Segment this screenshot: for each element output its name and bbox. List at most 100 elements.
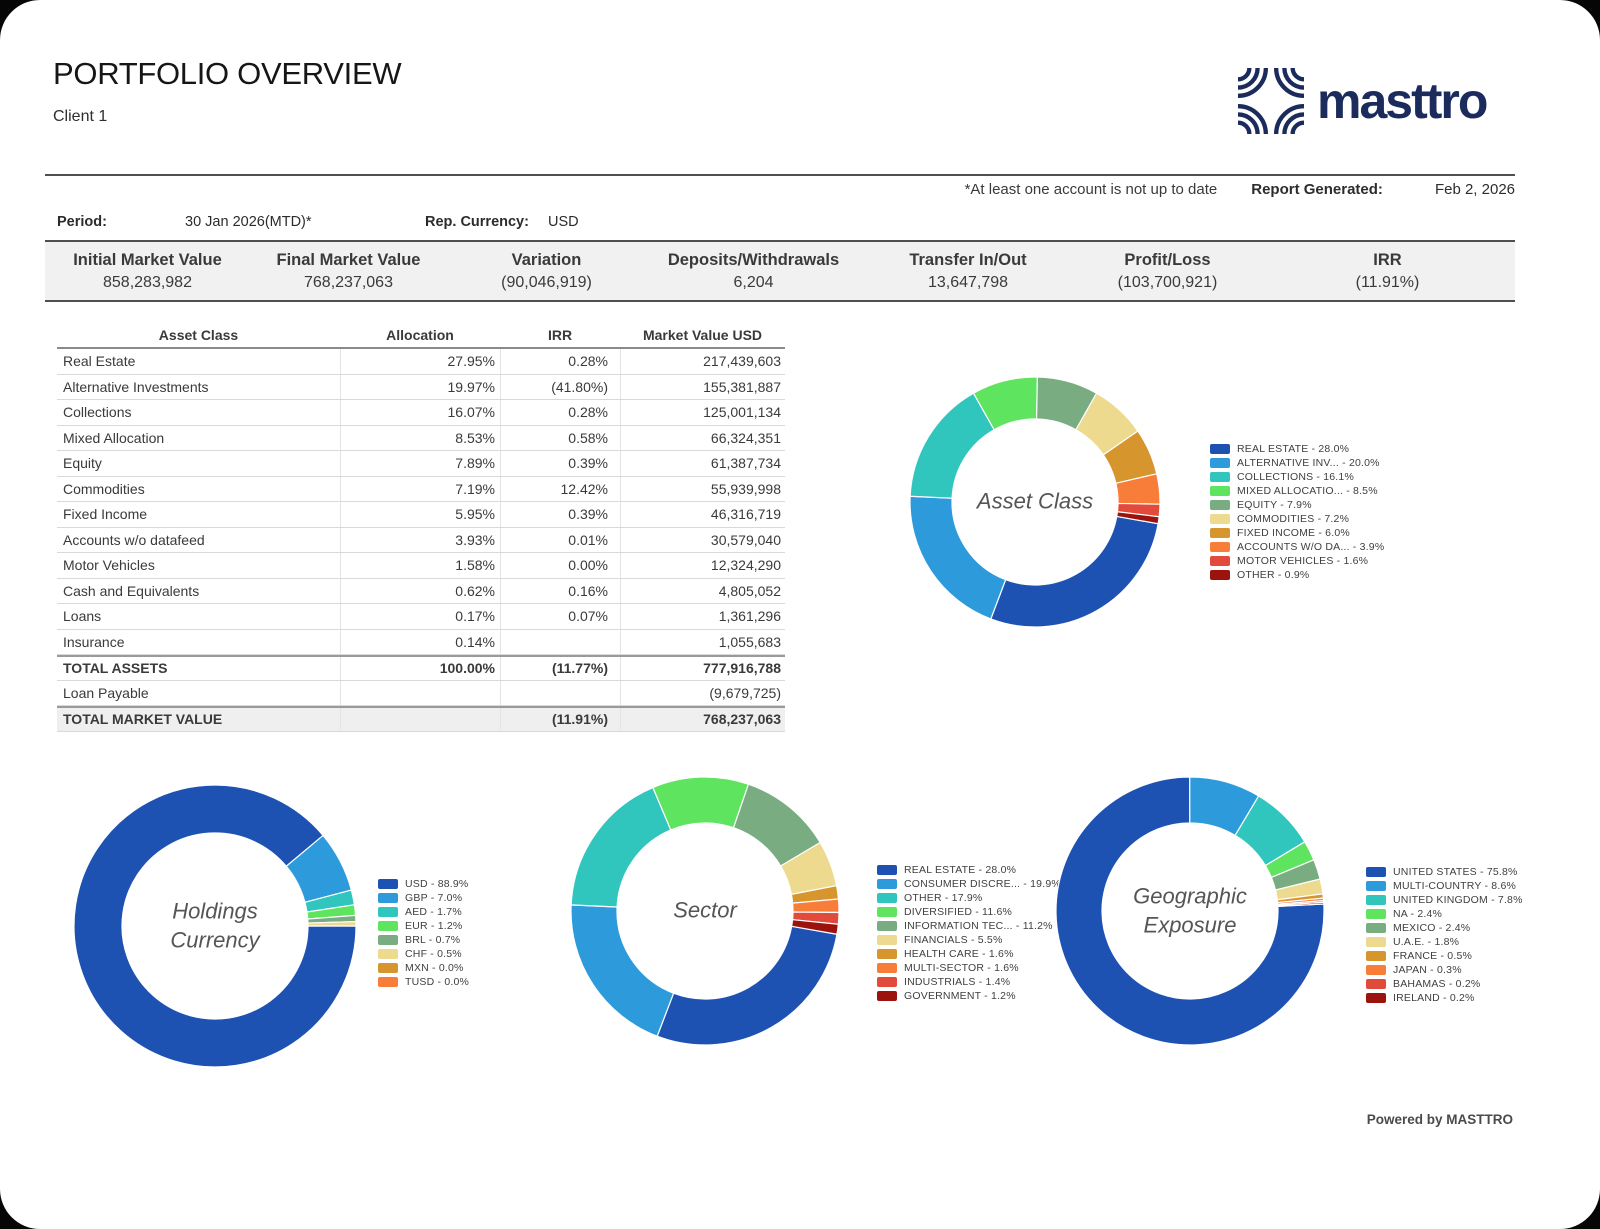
asset-table-header-cell: Market Value USD	[642, 326, 763, 343]
legend-swatch	[877, 963, 897, 973]
cell-asset-class: Alternative Investments	[63, 378, 209, 395]
page-title: PORTFOLIO OVERVIEW	[53, 56, 402, 91]
legend-item: FIXED INCOME - 6.0%	[1210, 526, 1384, 540]
asset-table-header-row: Asset Class Allocation IRR Market Value USD	[57, 322, 785, 349]
geographic-exposure-donut-chart: Geographic Exposure	[1055, 776, 1325, 1046]
cell-asset-class: Loans	[63, 608, 102, 625]
cell-market-value: 66,324,351	[620, 425, 785, 450]
summary-column-value: 6,204	[733, 274, 774, 291]
summary-band: Initial Market Value 858,283,982 Final Mar…	[45, 240, 1515, 302]
donut-slice	[990, 515, 1159, 628]
summary-column-value: 768,237,063	[304, 274, 393, 291]
table-row: Collections 16.07% 0.28% 125,001,134	[57, 400, 785, 426]
legend-item: MXN - 0.0%	[378, 961, 469, 975]
legend-label: FRANCE - 0.5%	[1393, 950, 1473, 962]
legend-swatch	[1366, 979, 1386, 989]
legend-label: ACCOUNTS W/O DA... - 3.9%	[1237, 541, 1385, 553]
legend-label: IRELAND - 0.2%	[1393, 992, 1475, 1004]
table-row: Fixed Income 5.95% 0.39% 46,316,719	[57, 502, 785, 528]
brand-wordmark: masttro	[1317, 73, 1488, 129]
legend-label: OTHER - 0.9%	[1237, 569, 1310, 581]
cell-market-value: 30,579,040	[620, 527, 785, 552]
cell-asset-class: TOTAL ASSETS	[63, 660, 168, 677]
legend-swatch	[1210, 486, 1230, 496]
legend-swatch	[1366, 895, 1386, 905]
table-row: Equity 7.89% 0.39% 61,387,734	[57, 451, 785, 477]
legend-label: UNITED KINGDOM - 7.8%	[1393, 894, 1523, 906]
table-row: Loan Payable (9,679,725)	[57, 680, 785, 706]
cell-market-value: 1,055,683	[620, 629, 785, 654]
powered-by-footer: Powered by MASTTRO	[1366, 1112, 1513, 1127]
summary-column-label: Profit/Loss	[1124, 251, 1211, 269]
sector-donut-chart: Sector	[570, 776, 840, 1046]
legend-item: U.A.E. - 1.8%	[1366, 935, 1523, 949]
legend-item: UNITED KINGDOM - 7.8%	[1366, 893, 1523, 907]
table-row: Motor Vehicles 1.58% 0.00% 12,324,290	[57, 553, 785, 579]
legend-item: MOTOR VEHICLES - 1.6%	[1210, 554, 1384, 568]
cell-asset-class: TOTAL MARKET VALUE	[63, 711, 223, 728]
legend-item: INFORMATION TEC... - 11.2%	[877, 919, 1061, 933]
legend-item: ACCOUNTS W/O DA... - 3.9%	[1210, 540, 1384, 554]
asset-table-header-cell: IRR	[547, 326, 573, 343]
table-row: Alternative Investments 19.97% (41.80%) 155…	[57, 374, 785, 400]
legend-label: INDUSTRIALS - 1.4%	[904, 976, 1011, 988]
legend-label: EUR - 1.2%	[405, 920, 463, 932]
table-row: Loans 0.17% 0.07% 1,361,296	[57, 604, 785, 630]
legend-label: MOTOR VEHICLES - 1.6%	[1237, 555, 1369, 567]
legend-item: EUR - 1.2%	[378, 919, 469, 933]
donut-slice	[909, 392, 995, 499]
legend-label: CHF - 0.5%	[405, 948, 462, 960]
summary-column-label: Transfer In/Out	[909, 251, 1027, 269]
legend-swatch	[877, 935, 897, 945]
legend-item: GBP - 7.0%	[378, 891, 469, 905]
cell-allocation: 3.93%	[340, 527, 500, 552]
table-row: Real Estate 27.95% 0.28% 217,439,603	[57, 349, 785, 375]
cell-allocation	[340, 680, 500, 705]
donut-center-label: Geographic Exposure	[1133, 883, 1247, 937]
cell-allocation: 100.00%	[340, 657, 500, 680]
legend-item: COMMODITIES - 7.2%	[1210, 512, 1384, 526]
legend-label: HEALTH CARE - 1.6%	[904, 948, 1014, 960]
legend-swatch	[1366, 965, 1386, 975]
summary-column: Initial Market Value 858,283,982	[45, 249, 250, 292]
legend-item: JAPAN - 0.3%	[1366, 963, 1523, 977]
legend-label: UNITED STATES - 75.8%	[1393, 866, 1518, 878]
cell-irr: 0.07%	[500, 604, 620, 629]
legend-label: EQUITY - 7.9%	[1237, 499, 1312, 511]
cell-asset-class: Mixed Allocation	[63, 429, 165, 446]
cell-asset-class: Real Estate	[63, 353, 136, 370]
legend-label: AED - 1.7%	[405, 906, 462, 918]
table-row: TOTAL ASSETS 100.00% (11.77%) 777,916,788	[57, 655, 785, 681]
legend-label: NA - 2.4%	[1393, 908, 1443, 920]
masttro-logo: masttro	[1238, 68, 1488, 134]
legend-label: ALTERNATIVE INV... - 20.0%	[1237, 457, 1380, 469]
legend-item: FINANCIALS - 5.5%	[877, 933, 1061, 947]
cell-allocation: 0.62%	[340, 578, 500, 603]
legend-item: MIXED ALLOCATIO... - 8.5%	[1210, 484, 1384, 498]
cell-asset-class: Fixed Income	[63, 506, 148, 523]
holdings-currency-donut-chart: Holdings Currency	[73, 784, 357, 1068]
legend-swatch	[378, 893, 398, 903]
legend-swatch	[877, 865, 897, 875]
summary-column: Transfer In/Out 13,647,798	[861, 249, 1075, 292]
legend-item: NA - 2.4%	[1366, 907, 1523, 921]
cell-irr: 0.58%	[500, 425, 620, 450]
legend-swatch	[877, 879, 897, 889]
legend-swatch	[378, 879, 398, 889]
cell-market-value: 12,324,290	[620, 553, 785, 578]
legend-swatch	[1366, 881, 1386, 891]
asset-class-donut-chart: Asset Class	[908, 375, 1162, 629]
legend-label: INFORMATION TEC... - 11.2%	[904, 920, 1053, 932]
legend-item: MULTI-COUNTRY - 8.6%	[1366, 879, 1523, 893]
legend-label: MEXICO - 2.4%	[1393, 922, 1471, 934]
cell-market-value: 4,805,052	[620, 578, 785, 603]
cell-irr: 0.01%	[500, 527, 620, 552]
period-row: Period: 30 Jan 2026(MTD)* Rep. Currency:…	[57, 214, 579, 230]
summary-column: Profit/Loss (103,700,921)	[1075, 249, 1260, 292]
cell-allocation	[340, 708, 500, 731]
legend-swatch	[1210, 514, 1230, 524]
masttro-logo-icon	[1238, 68, 1304, 134]
asset-table-header-cell: Asset Class	[158, 326, 239, 343]
legend-item: BAHAMAS - 0.2%	[1366, 977, 1523, 991]
cell-allocation: 7.19%	[340, 476, 500, 501]
